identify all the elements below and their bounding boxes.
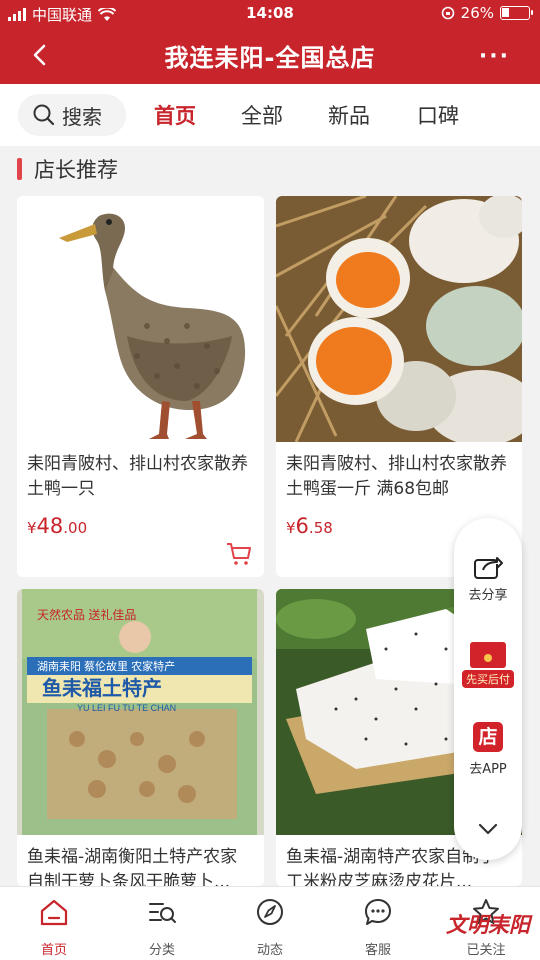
nav-label: 客服 (364, 943, 391, 958)
nav-category[interactable]: 分类 (108, 887, 216, 960)
product-price: ¥6.58 (286, 514, 333, 538)
nav-service[interactable]: 客服 (324, 887, 432, 960)
tab-home[interactable]: 首页 (154, 100, 196, 130)
nav-label: 分类 (148, 943, 175, 958)
nav-home[interactable]: 首页 (0, 887, 108, 960)
search-button[interactable]: 搜索 (18, 94, 126, 136)
section-header: 店长推荐 (0, 146, 540, 194)
share-label: 去分享 (468, 588, 508, 603)
share-button[interactable]: 去分享 (454, 554, 522, 603)
package-origin: 湖南耒阳 蔡伦故里 农家特产 (37, 659, 175, 673)
buy-later-label: 先买后付 (466, 673, 510, 686)
nav-label: 首页 (40, 943, 67, 958)
product-image[interactable] (276, 196, 522, 442)
red-envelope-icon: 先买后付 (462, 642, 514, 688)
package-tagline: 天然农品 送礼佳品 (37, 607, 136, 622)
product-name[interactable]: 耒阳青陂村、排山村农家散养土鸭蛋一斤 满68包邮 (286, 452, 512, 502)
top-bar: 中国联通 14:08 26% 我连耒阳-全国总店 ··· (0, 0, 540, 84)
product-card[interactable]: 天然农品 送礼佳品 湖南耒阳 蔡伦故里 农家特产 鱼耒福土特产 YU LEI F… (17, 589, 264, 886)
battery-icon (500, 6, 533, 20)
price-decimal: .00 (63, 519, 88, 537)
search-icon (33, 104, 55, 126)
price-integer: 48 (36, 514, 64, 538)
product-name[interactable]: 耒阳青陂村、排山村农家散养土鸭一只 (27, 452, 254, 502)
tab-bar: 搜索 首页 全部 新品 口碑 (0, 84, 540, 146)
product-name[interactable]: 鱼耒福-湖南衡阳土特产农家自制干萝卜条风干脆萝卜... (27, 845, 254, 886)
cart-icon[interactable] (226, 542, 252, 566)
package-brand: 鱼耒福土特产 (42, 676, 162, 700)
chat-bubble-icon (365, 899, 391, 925)
shop-icon: 店 (473, 722, 503, 752)
section-accent-bar (17, 158, 22, 180)
share-icon (474, 557, 503, 579)
package-pinyin: YU LEI FU TU TE CHAN (77, 703, 176, 713)
floating-action-panel: 去分享 先买后付 店 去APP (454, 518, 522, 860)
more-menu-button[interactable]: ··· (479, 44, 510, 69)
compass-icon (257, 899, 283, 925)
price-currency: ¥ (27, 519, 37, 537)
page-title: 我连耒阳-全国总店 (164, 44, 376, 72)
chevron-down-icon[interactable] (477, 822, 499, 836)
open-app-label: 去APP (469, 762, 507, 777)
nav-feed[interactable]: 动态 (216, 887, 324, 960)
product-price: ¥48.00 (27, 514, 87, 538)
price-integer: 6 (295, 514, 309, 538)
home-icon (40, 899, 68, 926)
section-title: 店长推荐 (34, 158, 118, 182)
nav-label: 动态 (256, 943, 283, 958)
product-card[interactable]: 耒阳青陂村、排山村农家散养土鸭一只 ¥48.00 (17, 196, 264, 577)
price-currency: ¥ (286, 519, 296, 537)
price-decimal: .58 (308, 519, 333, 537)
open-app-button[interactable]: 店 去APP (454, 722, 522, 777)
watermark-logo: 文明耒阳 (446, 912, 530, 937)
battery-percent: 26% (460, 4, 494, 22)
bottom-nav: 首页 分类 动态 客服 文明耒阳 已关注 (0, 886, 540, 960)
category-search-icon (149, 903, 176, 923)
header: 我连耒阳-全国总店 ··· (0, 28, 540, 84)
tab-reviews[interactable]: 口碑 (417, 100, 459, 130)
nav-followed[interactable]: 文明耒阳 已关注 (432, 887, 540, 960)
buy-later-button[interactable]: 先买后付 (454, 640, 522, 690)
product-image[interactable]: 天然农品 送礼佳品 湖南耒阳 蔡伦故里 农家特产 鱼耒福土特产 YU LEI F… (17, 589, 264, 835)
status-bar: 中国联通 14:08 26% (0, 0, 540, 28)
rotation-lock-icon (441, 6, 454, 20)
tab-new[interactable]: 新品 (328, 100, 370, 130)
search-label: 搜索 (62, 104, 102, 129)
tab-all[interactable]: 全部 (241, 100, 283, 130)
nav-label: 已关注 (466, 943, 506, 958)
product-image[interactable] (17, 196, 264, 442)
